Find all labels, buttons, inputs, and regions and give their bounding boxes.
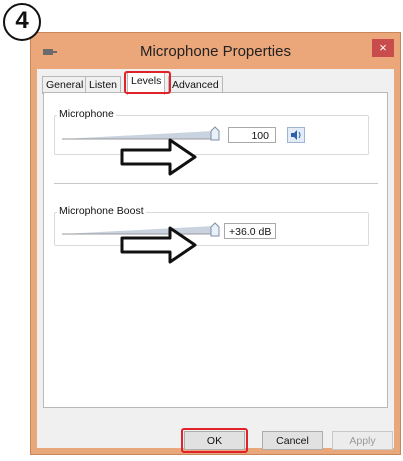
mute-button[interactable] (287, 127, 305, 143)
levels-tab-highlight (124, 71, 171, 94)
microphone-slider-thumb[interactable] (210, 126, 220, 141)
levels-panel: Microphone 100 Microphone Boost +36.0 dB (43, 92, 388, 408)
microphone-level-input[interactable]: 100 (228, 127, 276, 143)
speaker-icon (291, 130, 301, 140)
window-title: Microphone Properties (140, 43, 291, 60)
microphone-boost-label: Microphone Boost (57, 205, 146, 217)
title-bar[interactable]: Microphone Properties × (31, 33, 400, 69)
close-button[interactable]: × (372, 39, 394, 57)
microphone-label: Microphone (57, 108, 116, 120)
dialog-client-area: General Listen Levels Advanced Microphon… (37, 69, 394, 453)
boost-slider-thumb[interactable] (210, 222, 220, 237)
cancel-button[interactable]: Cancel (262, 431, 323, 450)
apply-button[interactable]: Apply (332, 431, 393, 450)
properties-window: Microphone Properties × General Listen L… (30, 32, 401, 455)
step-number-badge: 4 (3, 3, 41, 41)
tutorial-arrow-icon (120, 226, 197, 264)
separator (54, 183, 378, 184)
tutorial-arrow-icon (120, 138, 197, 176)
boost-level-input[interactable]: +36.0 dB (224, 223, 276, 239)
ok-button-highlight (181, 428, 248, 453)
